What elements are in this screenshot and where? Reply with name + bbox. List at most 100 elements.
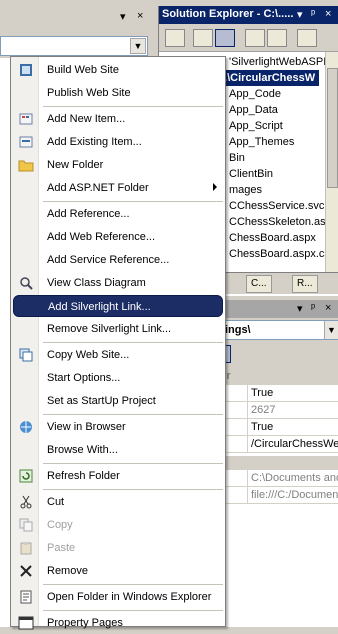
tree-item[interactable]: App_Code [229,86,281,102]
menu-separator [43,463,223,464]
property-value[interactable]: 2627 [247,402,338,419]
tree-item[interactable]: CChessService.svc [229,198,324,214]
scrollbar-thumb[interactable] [327,68,338,188]
tree-item[interactable]: App_Themes [229,134,294,150]
tree-item[interactable]: ..\CircularChessW [221,70,320,86]
tree-item[interactable]: Bin [229,150,245,166]
property-value[interactable]: C:\Documents and [247,470,338,487]
property-value[interactable]: /CircularChessWeb [247,436,338,453]
tab-resource-view[interactable]: R... [292,275,318,293]
menu-item-add-service-reference[interactable]: Add Service Reference... [13,249,223,271]
copy-web-site-button[interactable] [297,29,317,47]
menu-item-cut[interactable]: Cut [13,491,223,513]
cut-icon [18,494,34,510]
menu-item-add-web-reference[interactable]: Add Web Reference... [13,226,223,248]
folder-icon [18,157,34,173]
pin-icon[interactable]: ᵖ [311,8,315,20]
view-designer-button[interactable] [267,29,287,47]
pin-icon[interactable]: ᵖ [311,302,315,314]
menu-item-label: Build Web Site [47,64,119,76]
dropdown-icon[interactable]: ▾ [297,302,303,315]
paste-icon [18,540,34,556]
menu-separator [43,584,223,585]
menu-item-add-reference[interactable]: Add Reference... [13,203,223,225]
dropdown-icon[interactable]: ▾ [120,10,126,23]
tree-item[interactable]: App_Script [229,118,283,134]
menu-item-set-as-startup-project[interactable]: Set as StartUp Project [13,390,223,412]
property-value[interactable]: True [247,419,338,436]
chevron-right-icon [213,183,217,191]
menu-item-label: Add Web Reference... [47,231,156,243]
dropdown-icon[interactable]: ▾ [297,8,303,21]
menu-item-label: Add Reference... [47,208,130,220]
menu-item-copy: Copy [13,514,223,536]
menu-item-property-pages[interactable]: Property Pages [13,612,223,634]
menu-item-label: Set as StartUp Project [47,395,156,407]
menu-item-add-existing-item[interactable]: Add Existing Item... [13,131,223,153]
refresh-icon [18,468,34,484]
property-value[interactable]: True [247,385,338,402]
menu-item-view-class-diagram[interactable]: View Class Diagram [13,272,223,294]
property-value[interactable]: file:///C:/Documen [247,487,338,504]
tree-item[interactable]: App_Data [229,102,278,118]
copy-web-site-icon [18,347,34,363]
menu-item-label: Publish Web Site [47,87,131,99]
member-dropdown[interactable]: ▼ [0,36,148,56]
tab-class-view[interactable]: C... [246,275,272,293]
menu-item-view-in-browser[interactable]: View in Browser [13,416,223,438]
menu-item-refresh-folder[interactable]: Refresh Folder [13,465,223,487]
menu-item-add-new-item[interactable]: Add New Item... [13,108,223,130]
menu-item-label: Remove Silverlight Link... [47,323,172,335]
context-menu: Build Web Site Publish Web Site Add New It… [10,56,226,630]
browser-icon [18,419,34,435]
menu-item-build-web-site[interactable]: Build Web Site [13,59,223,81]
menu-item-label: New Folder [47,159,104,171]
build-icon [18,62,34,78]
chevron-down-icon[interactable]: ▼ [130,38,146,54]
close-icon[interactable]: × [325,302,331,314]
close-icon[interactable]: × [325,8,331,20]
chevron-down-icon[interactable]: ▼ [324,321,338,339]
menu-item-open-folder-in-windows-explorer[interactable]: Open Folder in Windows Explorer [13,586,223,608]
close-icon[interactable]: × [137,10,143,22]
solution-explorer-title: Solution Explorer - C:\..... ▾ ᵖ × [159,6,338,24]
tree-item[interactable]: CChessSkeleton.as [229,214,325,230]
menu-item-remove-silverlight-link[interactable]: Remove Silverlight Link... [13,318,223,340]
menu-separator [43,201,223,202]
menu-item-label: Add New Item... [47,113,126,125]
tree-item[interactable]: 'SilverlightWebASPI [229,54,325,70]
menu-separator [43,610,223,611]
copy-icon [18,517,34,533]
add-existing-item-icon [18,134,34,150]
add-new-item-icon [18,111,34,127]
menu-item-paste: Paste [13,537,223,559]
class-diagram-icon [18,275,34,291]
menu-item-browse-with[interactable]: Browse With... [13,439,223,461]
menu-item-label: Paste [47,542,76,554]
menu-item-add-silverlight-link[interactable]: Add Silverlight Link... [13,295,223,317]
menu-item-label: Add ASP.NET Folder [47,182,149,194]
scrollbar[interactable] [325,52,338,282]
menu-separator [43,489,223,490]
tree-item[interactable]: ChessBoard.aspx [229,230,316,246]
tree-item[interactable]: mages [229,182,262,198]
menu-item-label: Open Folder in Windows Explorer [47,591,212,603]
view-code-button[interactable] [245,29,265,47]
menu-item-add-asp-net-folder[interactable]: Add ASP.NET Folder [13,177,223,199]
menu-item-label: Add Service Reference... [47,254,170,266]
properties-button[interactable] [165,29,185,47]
property-pages-icon [18,615,34,631]
refresh-button[interactable] [193,29,213,47]
menu-item-start-options[interactable]: Start Options... [13,367,223,389]
remove-icon [18,563,34,579]
menu-item-label: Refresh Folder [47,470,120,482]
menu-item-new-folder[interactable]: New Folder [13,154,223,176]
tree-item[interactable]: ChessBoard.aspx.cs [229,246,325,262]
left-pane-titlebar: ▾ × [0,8,150,26]
menu-item-remove[interactable]: Remove [13,560,223,582]
open-folder-icon [18,589,34,605]
menu-item-copy-web-site[interactable]: Copy Web Site... [13,344,223,366]
menu-item-publish-web-site[interactable]: Publish Web Site [13,82,223,104]
nest-files-button[interactable] [215,29,235,47]
tree-item[interactable]: ClientBin [229,166,273,182]
